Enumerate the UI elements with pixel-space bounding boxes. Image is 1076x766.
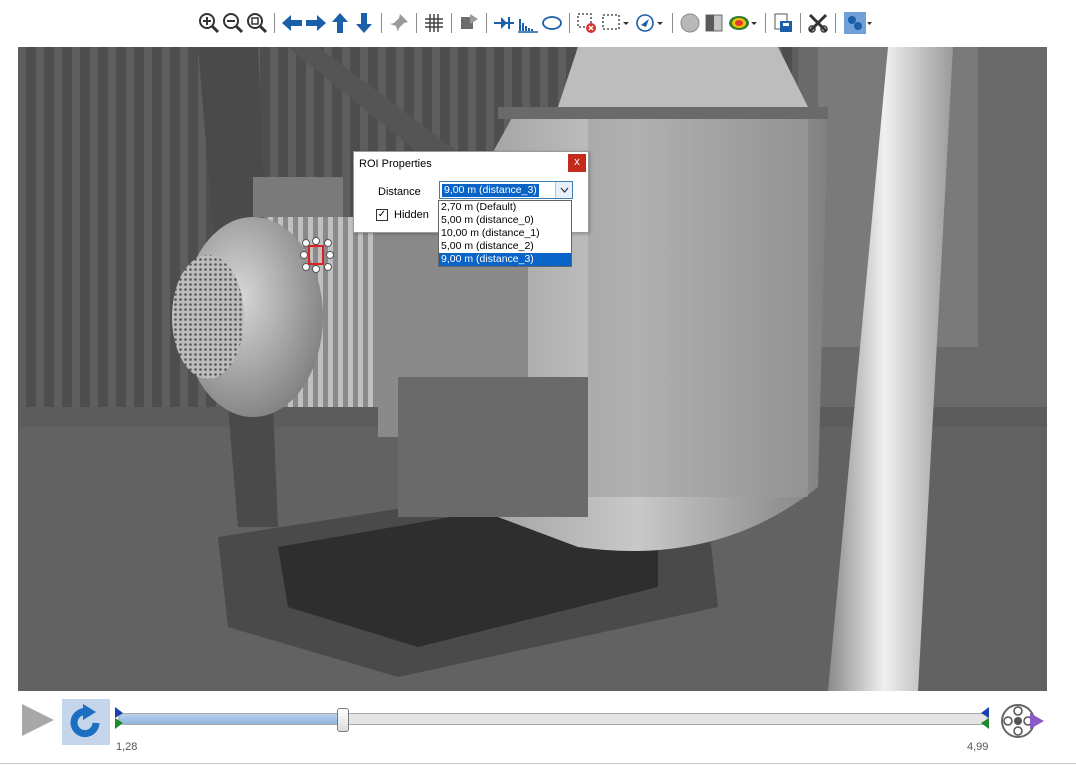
toolbar-separator bbox=[274, 13, 275, 33]
distance-select-value: 9,00 m (distance_3) bbox=[442, 184, 539, 197]
distance-dropdown-list: 2,70 m (Default) 5,00 m (distance_0) 10,… bbox=[438, 200, 572, 267]
toolbar-separator bbox=[672, 13, 673, 33]
overlay-icon[interactable] bbox=[842, 11, 874, 35]
palette-icon[interactable] bbox=[727, 11, 759, 35]
camera-reel-icon bbox=[1001, 704, 1044, 738]
tools-icon[interactable] bbox=[807, 11, 829, 35]
roi-handle[interactable] bbox=[324, 263, 332, 271]
toolbar bbox=[0, 0, 1076, 46]
grid-icon[interactable] bbox=[423, 11, 445, 35]
rectangle-select-icon[interactable] bbox=[600, 11, 632, 35]
dropdown-option-selected[interactable]: 9,00 m (distance_3) bbox=[439, 253, 571, 266]
roi-marker[interactable] bbox=[300, 237, 334, 273]
toolbar-separator bbox=[416, 13, 417, 33]
chevron-down-icon[interactable] bbox=[555, 182, 572, 198]
distance-label: Distance bbox=[378, 186, 421, 198]
timeline-progress bbox=[119, 714, 343, 724]
arrow-down-icon[interactable] bbox=[353, 11, 375, 35]
zoom-in-icon[interactable] bbox=[198, 11, 220, 35]
toolbar-separator bbox=[381, 13, 382, 33]
profile-icon[interactable] bbox=[493, 11, 515, 35]
timeline-thumb[interactable] bbox=[337, 708, 349, 732]
timeline-slider[interactable] bbox=[118, 708, 988, 732]
toolbar-separator bbox=[486, 13, 487, 33]
delete-roi-icon[interactable] bbox=[576, 11, 598, 35]
navigate-icon[interactable] bbox=[634, 11, 666, 35]
roi-handle[interactable] bbox=[312, 265, 320, 273]
distance-select[interactable]: 9,00 m (distance_3) bbox=[439, 181, 573, 199]
dialog-title: ROI Properties bbox=[359, 158, 432, 170]
toolbar-separator bbox=[765, 13, 766, 33]
play-icon[interactable] bbox=[20, 703, 56, 737]
export-icon[interactable] bbox=[772, 11, 794, 35]
range-start-marker[interactable] bbox=[114, 707, 124, 729]
dropdown-option[interactable]: 10,00 m (distance_1) bbox=[439, 227, 571, 240]
thermal-image-viewport[interactable] bbox=[18, 47, 1047, 691]
arrow-right-icon[interactable] bbox=[305, 11, 327, 35]
histogram-icon[interactable] bbox=[517, 11, 539, 35]
zoom-fit-icon[interactable] bbox=[246, 11, 268, 35]
toolbar-separator bbox=[569, 13, 570, 33]
roi-handle[interactable] bbox=[302, 263, 310, 271]
roi-handle[interactable] bbox=[326, 251, 334, 259]
loop-button[interactable] bbox=[62, 699, 110, 745]
roi-handle[interactable] bbox=[302, 239, 310, 247]
circle-icon[interactable] bbox=[679, 11, 701, 35]
square-icon[interactable] bbox=[703, 11, 725, 35]
thermal-viewer-window: ROI Properties x Distance 9,00 m (distan… bbox=[0, 0, 1076, 766]
roi-handle[interactable] bbox=[324, 239, 332, 247]
roi-rectangle[interactable] bbox=[308, 245, 324, 265]
toolbar-separator bbox=[800, 13, 801, 33]
roi-handle[interactable] bbox=[300, 251, 308, 259]
range-end-label: 4,99 bbox=[967, 741, 989, 753]
toolbar-separator bbox=[835, 13, 836, 33]
hidden-checkbox[interactable]: ✓ bbox=[376, 209, 388, 221]
loop-icon bbox=[70, 704, 100, 738]
status-divider bbox=[0, 763, 1076, 764]
range-end-marker[interactable] bbox=[980, 707, 990, 729]
rotate-icon[interactable] bbox=[458, 11, 480, 35]
camera-image bbox=[18, 47, 1047, 691]
dropdown-option[interactable]: 2,70 m (Default) bbox=[439, 201, 571, 214]
camera-play-button[interactable] bbox=[998, 699, 1046, 743]
arrow-up-icon[interactable] bbox=[329, 11, 351, 35]
range-start-label: 1,28 bbox=[116, 741, 138, 753]
pin-icon[interactable] bbox=[388, 11, 410, 35]
close-button[interactable]: x bbox=[568, 154, 586, 172]
zoom-out-icon[interactable] bbox=[222, 11, 244, 35]
toolbar-separator bbox=[451, 13, 452, 33]
dropdown-option[interactable]: 5,00 m (distance_2) bbox=[439, 240, 571, 253]
ellipse-icon[interactable] bbox=[541, 11, 563, 35]
hidden-label: Hidden bbox=[394, 209, 429, 221]
dropdown-option[interactable]: 5,00 m (distance_0) bbox=[439, 214, 571, 227]
roi-handle[interactable] bbox=[312, 237, 320, 245]
arrow-left-icon[interactable] bbox=[281, 11, 303, 35]
playback-bar: 1,28 4,99 bbox=[0, 695, 1076, 755]
